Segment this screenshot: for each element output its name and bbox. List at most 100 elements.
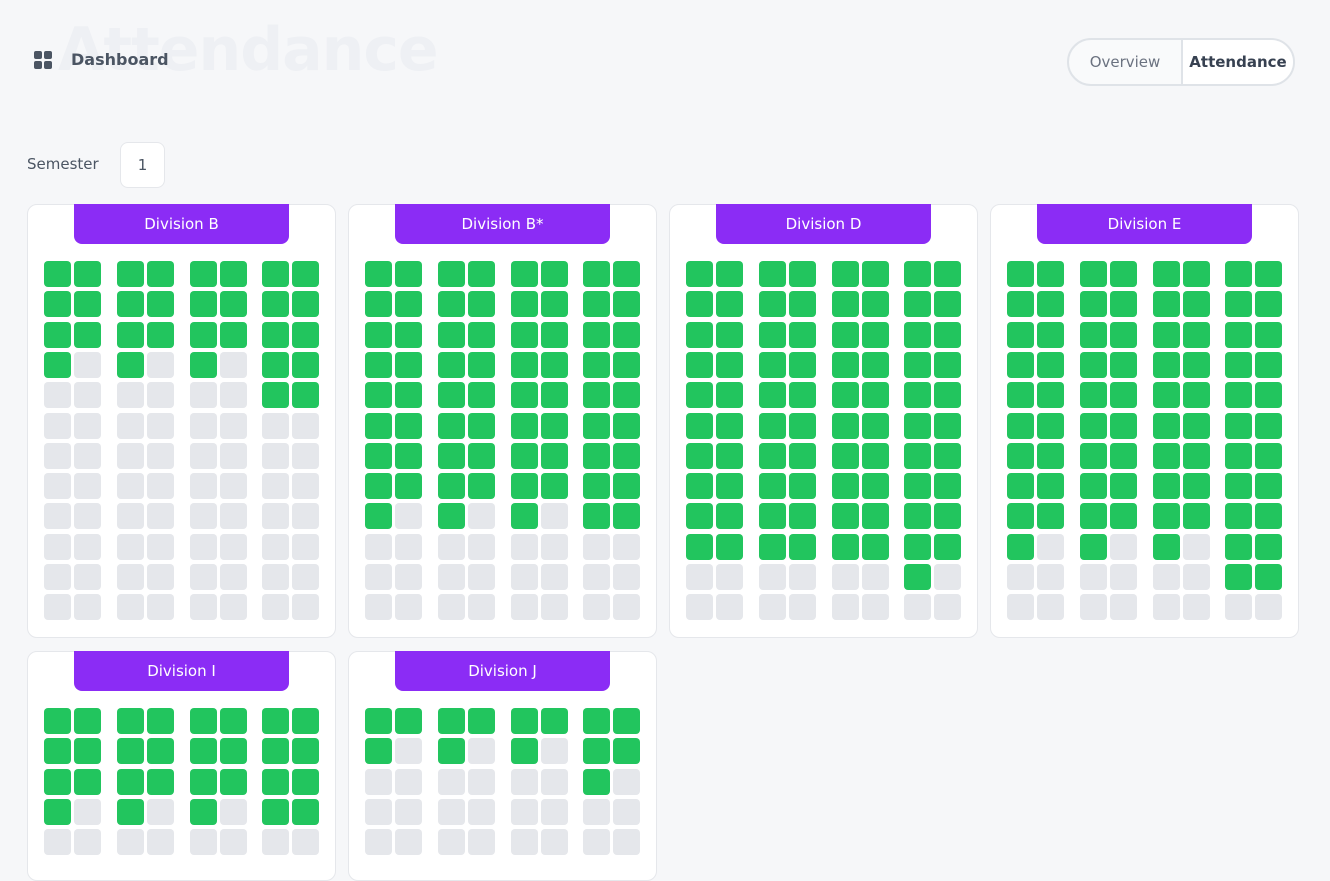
seat-empty: [934, 594, 961, 621]
seat-present: [190, 708, 217, 734]
seat-present: [1255, 321, 1282, 348]
seat-present: [1183, 412, 1210, 439]
seat-present: [1037, 473, 1064, 500]
seat-present: [583, 473, 610, 500]
dashboard-breadcrumb[interactable]: Dashboard: [34, 50, 169, 69]
seat-present: [789, 442, 816, 469]
seat-present: [1080, 321, 1107, 348]
tab-overview[interactable]: Overview: [1069, 40, 1183, 84]
seat-present: [1153, 442, 1180, 469]
seat-present: [190, 291, 217, 318]
seat-empty: [147, 798, 174, 825]
seat-present: [438, 321, 465, 348]
seat-present: [117, 261, 144, 287]
seat-present: [789, 351, 816, 378]
seat-present: [147, 708, 174, 734]
seat-present: [262, 291, 289, 318]
seat-present: [74, 261, 101, 287]
seat-empty: [541, 564, 568, 590]
seat-present: [395, 291, 422, 318]
seat-present: [1007, 291, 1034, 318]
seat-present: [1080, 291, 1107, 318]
seat-empty: [759, 594, 786, 621]
seat-present: [832, 321, 859, 348]
seat-empty: [1153, 564, 1180, 590]
seat-empty: [1225, 594, 1252, 621]
seat-present: [1037, 442, 1064, 469]
seat-present: [365, 351, 392, 378]
seat-empty: [190, 473, 217, 500]
seat-empty: [44, 829, 71, 856]
seat-empty: [438, 564, 465, 590]
seat-empty: [117, 442, 144, 469]
seat-present: [759, 321, 786, 348]
seat-present: [541, 351, 568, 378]
seat-empty: [468, 798, 495, 825]
seat-present: [1153, 261, 1180, 287]
seat-empty: [44, 442, 71, 469]
seat-empty: [147, 442, 174, 469]
seat-present: [1183, 351, 1210, 378]
seat-empty: [190, 382, 217, 409]
seat-empty: [117, 829, 144, 856]
seat-empty: [117, 533, 144, 560]
seat-present: [541, 708, 568, 734]
seat-empty: [365, 829, 392, 856]
seat-empty: [365, 798, 392, 825]
seat-empty: [583, 594, 610, 621]
seat-present: [583, 261, 610, 287]
seat-empty: [262, 473, 289, 500]
seat-present: [1255, 412, 1282, 439]
seat-empty: [934, 564, 961, 590]
tab-attendance[interactable]: Attendance: [1183, 40, 1293, 84]
seat-present: [438, 708, 465, 734]
seat-empty: [220, 503, 247, 530]
seat-empty: [511, 594, 538, 621]
seat-present: [1225, 503, 1252, 530]
seat-present: [613, 412, 640, 439]
seat-empty: [44, 503, 71, 530]
seat-empty: [1110, 533, 1137, 560]
seat-present: [716, 412, 743, 439]
seat-present: [468, 473, 495, 500]
seat-present: [862, 382, 889, 409]
dashboard-title: Dashboard: [71, 50, 169, 69]
seat-present: [686, 351, 713, 378]
seat-present: [1225, 533, 1252, 560]
seat-present: [147, 291, 174, 318]
seat-empty: [613, 829, 640, 856]
seat-empty: [395, 798, 422, 825]
seat-empty: [438, 798, 465, 825]
seat-empty: [147, 594, 174, 621]
seat-present: [190, 738, 217, 765]
seat-present: [190, 261, 217, 287]
seat-present: [365, 382, 392, 409]
semester-input[interactable]: 1: [120, 142, 165, 188]
seat-present: [904, 442, 931, 469]
seat-empty: [74, 594, 101, 621]
seat-empty: [511, 768, 538, 795]
seat-empty: [292, 442, 319, 469]
seat-present: [613, 442, 640, 469]
seat-empty: [117, 473, 144, 500]
seat-present: [44, 768, 71, 795]
seat-present: [438, 261, 465, 287]
seat-present: [1007, 473, 1034, 500]
seat-empty: [147, 533, 174, 560]
seat-empty: [1110, 564, 1137, 590]
seat-empty: [147, 503, 174, 530]
seat-present: [904, 412, 931, 439]
seat-present: [511, 351, 538, 378]
seat-empty: [365, 564, 392, 590]
seat-empty: [1183, 594, 1210, 621]
seat-present: [1037, 382, 1064, 409]
seat-present: [190, 768, 217, 795]
seat-present: [934, 261, 961, 287]
seat-present: [1110, 382, 1137, 409]
seat-present: [1080, 473, 1107, 500]
seat-present: [862, 473, 889, 500]
grid-icon: [34, 50, 52, 69]
seat-present: [832, 382, 859, 409]
seat-present: [716, 382, 743, 409]
seat-present: [862, 291, 889, 318]
